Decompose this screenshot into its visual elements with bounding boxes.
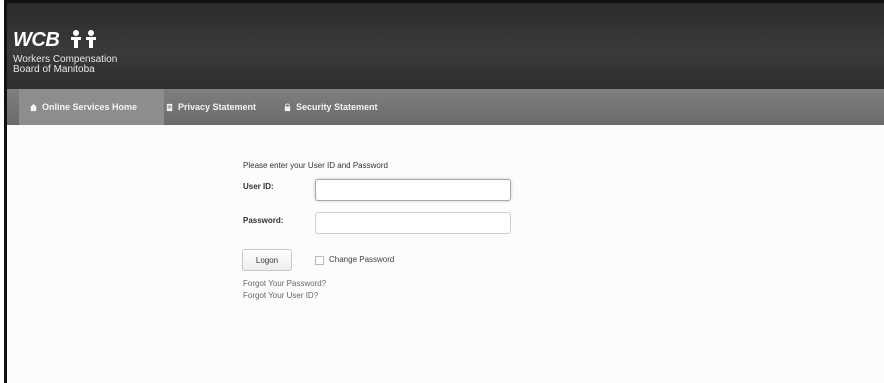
login-prompt: Please enter your User ID and Password [243,161,388,170]
change-password-checkbox[interactable] [315,256,324,265]
password-input[interactable] [315,212,511,234]
nav-item-label: Online Services Home [42,102,138,112]
logo-subtitle-line2: Board of Manitoba [13,64,95,75]
nav-item-online-services-home[interactable]: Online Services Home [19,89,164,125]
nav-item-label: Security Statement [296,102,378,112]
change-password-label[interactable]: Change Password [329,255,394,264]
browser-page: WCB Workers Compensation Board of Manito… [4,0,884,383]
site-header: WCB Workers Compensation Board of Manito… [7,3,884,89]
logo-figures-icon [71,30,96,48]
forgot-user-id-link[interactable]: Forgot Your User ID? [243,291,318,300]
nav-bar: Online Services Home Privacy Statement S… [7,89,884,126]
nav-item-security-statement[interactable]: Security Statement [283,89,378,125]
home-icon [29,103,38,111]
user-id-input[interactable] [315,179,511,201]
login-panel: Please enter your User ID and Password U… [7,125,884,383]
document-icon [166,103,173,111]
password-label: Password: [243,216,284,225]
logo-subtitle: Workers Compensation Board of Manitoba [13,55,117,75]
lock-icon [284,102,291,111]
nav-item-privacy-statement[interactable]: Privacy Statement [165,89,256,125]
forgot-password-link[interactable]: Forgot Your Password? [243,279,326,288]
nav-item-label: Privacy Statement [178,102,257,112]
user-id-label: User ID: [243,182,274,191]
logon-button[interactable]: Logon [242,249,292,271]
logo-wordmark: WCB [13,29,60,51]
